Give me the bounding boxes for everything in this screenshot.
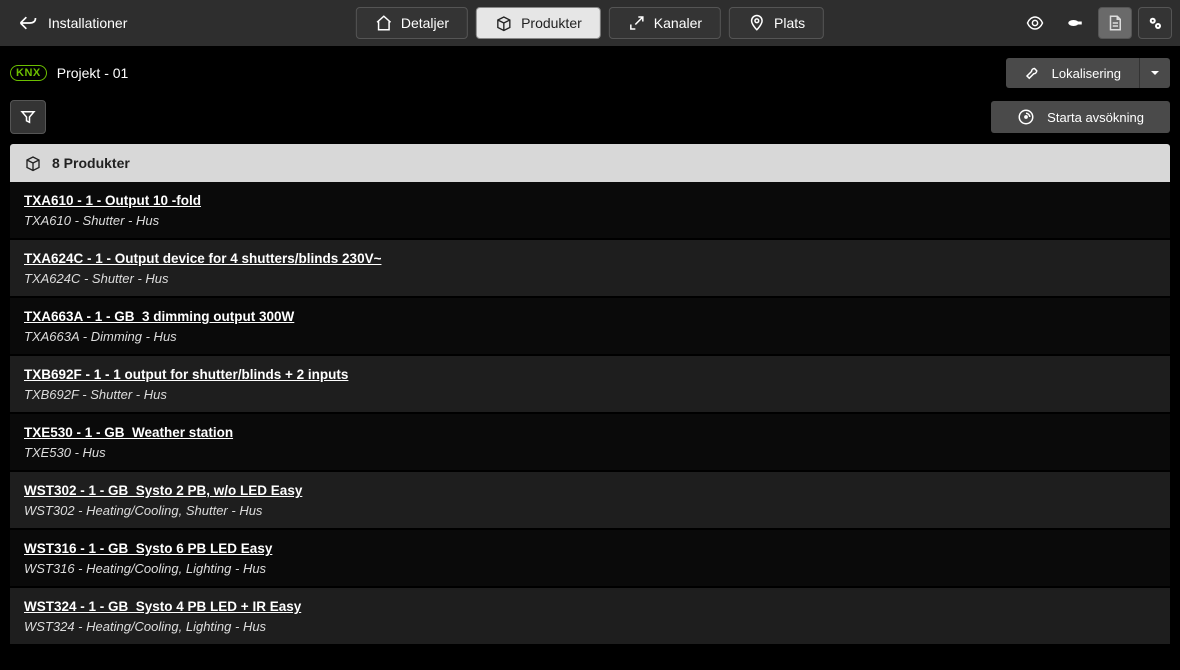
back-button[interactable]: Installationer [8, 7, 137, 39]
product-subtitle: TXE530 - Hus [24, 445, 1156, 460]
tab-channels[interactable]: Kanaler [609, 7, 721, 39]
eye-button[interactable] [1018, 7, 1052, 39]
localization-button[interactable]: Lokalisering [1006, 58, 1140, 88]
localization-dropdown-toggle[interactable] [1140, 62, 1170, 84]
topbar-actions [1018, 7, 1172, 39]
product-title[interactable]: TXE530 - 1 - GB_Weather station [24, 425, 233, 440]
gears-icon [1146, 14, 1164, 32]
product-row[interactable]: TXA663A - 1 - GB_3 dimming output 300W TX… [10, 298, 1170, 356]
list-header-text: 8 Produkter [52, 155, 130, 171]
connector-button[interactable] [1058, 7, 1092, 39]
location-icon [748, 14, 766, 32]
list-header: 8 Produkter [10, 144, 1170, 182]
back-icon [18, 13, 38, 33]
product-title[interactable]: TXA624C - 1 - Output device for 4 shutte… [24, 251, 381, 266]
product-row[interactable]: TXA610 - 1 - Output 10 -fold TXA610 - Shu… [10, 182, 1170, 240]
product-row[interactable]: WST302 - 1 - GB_Systo 2 PB, w/o LED Easy… [10, 472, 1170, 530]
back-label: Installationer [48, 15, 127, 31]
box-icon [24, 154, 42, 172]
product-title[interactable]: WST324 - 1 - GB_Systo 4 PB LED + IR Easy [24, 599, 301, 614]
product-title[interactable]: WST302 - 1 - GB_Systo 2 PB, w/o LED Easy [24, 483, 302, 498]
topbar: Installationer Detaljer Produkter Kanale… [0, 0, 1180, 46]
product-row[interactable]: WST324 - 1 - GB_Systo 4 PB LED + IR Easy… [10, 588, 1170, 646]
product-subtitle: WST302 - Heating/Cooling, Shutter - Hus [24, 503, 1156, 518]
tab-products[interactable]: Produkter [476, 7, 601, 39]
product-title[interactable]: TXB692F - 1 - 1 output for shutter/blind… [24, 367, 348, 382]
home-icon [375, 14, 393, 32]
product-subtitle: TXA624C - Shutter - Hus [24, 271, 1156, 286]
box-icon [495, 14, 513, 32]
localization-label: Lokalisering [1052, 66, 1121, 81]
product-row[interactable]: TXA624C - 1 - Output device for 4 shutte… [10, 240, 1170, 298]
product-subtitle: TXA610 - Shutter - Hus [24, 213, 1156, 228]
product-row[interactable]: TXB692F - 1 - 1 output for shutter/blind… [10, 356, 1170, 414]
channels-icon [628, 14, 646, 32]
tab-place[interactable]: Plats [729, 7, 824, 39]
tab-label: Produkter [521, 15, 582, 31]
scan-label: Starta avsökning [1047, 110, 1144, 125]
tab-details[interactable]: Detaljer [356, 7, 468, 39]
tab-label: Kanaler [654, 15, 702, 31]
product-title[interactable]: TXA663A - 1 - GB_3 dimming output 300W [24, 309, 294, 324]
product-subtitle: WST324 - Heating/Cooling, Lighting - Hus [24, 619, 1156, 634]
filter-button[interactable] [10, 100, 46, 134]
content: 8 Produkter TXA610 - 1 - Output 10 -fold… [0, 144, 1180, 656]
tabs: Detaljer Produkter Kanaler Plats [356, 7, 824, 39]
filter-icon [19, 108, 37, 126]
localization-dropdown: Lokalisering [1006, 58, 1170, 88]
connector-icon [1066, 14, 1084, 32]
tab-label: Detaljer [401, 15, 449, 31]
product-title[interactable]: WST316 - 1 - GB_Systo 6 PB LED Easy [24, 541, 272, 556]
knx-logo: KNX [10, 65, 47, 81]
product-title[interactable]: TXA610 - 1 - Output 10 -fold [24, 193, 201, 208]
product-subtitle: TXA663A - Dimming - Hus [24, 329, 1156, 344]
eye-icon [1026, 14, 1044, 32]
filter-bar: Starta avsökning [0, 92, 1180, 144]
document-button[interactable] [1098, 7, 1132, 39]
chevron-down-icon [1150, 68, 1160, 78]
scan-icon [1017, 108, 1035, 126]
start-scan-button[interactable]: Starta avsökning [991, 101, 1170, 133]
product-list: TXA610 - 1 - Output 10 -fold TXA610 - Shu… [10, 182, 1170, 646]
wrench-icon [1024, 64, 1042, 82]
project-name: Projekt - 01 [57, 65, 129, 81]
tab-label: Plats [774, 15, 805, 31]
product-subtitle: TXB692F - Shutter - Hus [24, 387, 1156, 402]
settings-button[interactable] [1138, 7, 1172, 39]
project-bar: KNX Projekt - 01 Lokalisering [0, 46, 1180, 92]
document-icon [1106, 14, 1124, 32]
product-subtitle: WST316 - Heating/Cooling, Lighting - Hus [24, 561, 1156, 576]
product-row[interactable]: WST316 - 1 - GB_Systo 6 PB LED Easy WST31… [10, 530, 1170, 588]
product-row[interactable]: TXE530 - 1 - GB_Weather station TXE530 - … [10, 414, 1170, 472]
